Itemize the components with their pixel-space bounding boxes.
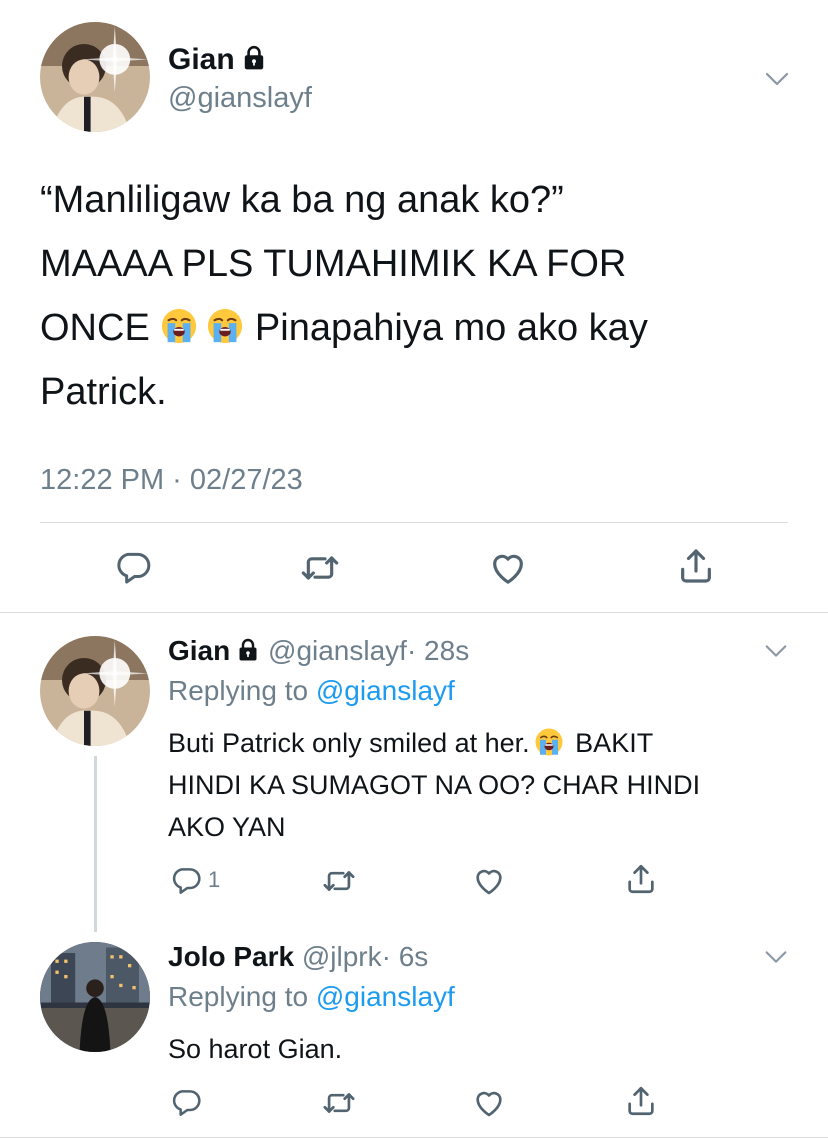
reply-button[interactable] — [114, 548, 152, 586]
main-tweet-text: “Manliligaw ka ba ng anak ko?” MAAAA PLS… — [40, 168, 800, 424]
share-button[interactable] — [624, 862, 658, 896]
divider — [40, 522, 788, 523]
main-author-handle[interactable]: @gianslayf — [168, 80, 312, 116]
chevron-down-icon[interactable] — [762, 64, 792, 94]
crying-emoji-icon — [160, 307, 198, 345]
thread-connector — [94, 756, 97, 932]
handle[interactable]: @jlprk — [302, 941, 382, 972]
reply-text: So harot Gian. — [168, 1028, 342, 1070]
tweet-line: MAAAA PLS TUMAHIMIK KA FOR — [40, 243, 627, 285]
main-author-name[interactable]: Gian — [168, 42, 267, 78]
avatar-photo-icon — [40, 942, 150, 1052]
replying-prefix: Replying to — [168, 981, 309, 1012]
reply-avatar[interactable] — [40, 636, 150, 746]
like-icon — [488, 548, 528, 588]
reply-header: Jolo Park @jlprk· 6s — [168, 940, 428, 974]
chevron-down-icon[interactable] — [762, 637, 790, 665]
like-button[interactable] — [472, 864, 506, 898]
divider — [0, 1137, 828, 1138]
reply-line-part: BAKIT — [575, 728, 654, 758]
like-icon — [472, 1086, 506, 1120]
reply-line: AKO YAN — [168, 812, 286, 842]
like-icon — [472, 864, 506, 898]
reply-button[interactable] — [170, 1086, 202, 1118]
reply-line: HINDI KA SUMAGOT NA OO? CHAR HINDI — [168, 770, 701, 800]
avatar-photo-icon — [40, 22, 150, 132]
reply-icon — [170, 864, 202, 896]
retweet-icon — [322, 1086, 356, 1120]
replying-to-link[interactable]: @gianslayf — [316, 981, 455, 1012]
reply-avatar[interactable] — [40, 942, 150, 1052]
reply-icon — [114, 548, 152, 586]
lock-icon — [236, 638, 260, 662]
tweet-line: Patrick. — [40, 371, 167, 413]
relative-time[interactable]: · 28s — [407, 635, 469, 666]
reply-line-part: Buti Patrick only smiled at her. — [168, 728, 530, 758]
divider — [0, 612, 828, 613]
display-name[interactable]: Jolo Park — [168, 941, 294, 972]
reply-count: 1 — [208, 867, 221, 892]
replying-to: Replying to @gianslayf — [168, 674, 455, 708]
handle[interactable]: @gianslayf — [268, 635, 407, 666]
tweet-line-part: ONCE — [40, 307, 150, 349]
chevron-down-icon[interactable] — [762, 943, 790, 971]
retweet-button[interactable] — [300, 548, 340, 588]
reply-button[interactable]: 1 — [170, 864, 220, 896]
crying-emoji-icon — [534, 727, 564, 757]
share-icon — [676, 546, 716, 586]
like-button[interactable] — [472, 1086, 506, 1120]
crying-emoji-icon — [206, 307, 244, 345]
like-button[interactable] — [488, 548, 528, 588]
retweet-button[interactable] — [322, 1086, 356, 1120]
avatar-photo-icon — [40, 636, 150, 746]
share-button[interactable] — [624, 1084, 658, 1118]
reply-icon — [170, 1086, 202, 1118]
tweet-line: “Manliligaw ka ba ng anak ko?” — [40, 179, 564, 221]
reply-line: Buti Patrick only smiled at her. BAKIT — [168, 722, 700, 764]
replying-to: Replying to @gianslayf — [168, 980, 455, 1014]
tweet-line: ONCE Pinapahiya mo ako kay — [40, 296, 800, 360]
main-avatar[interactable] — [40, 22, 150, 132]
display-name[interactable]: Gian — [168, 635, 230, 666]
reply-text: Buti Patrick only smiled at her. BAKIT H… — [168, 722, 700, 848]
retweet-icon — [322, 864, 356, 898]
display-name[interactable]: Gian — [168, 43, 235, 76]
tweet-line-part: Pinapahiya mo ako kay — [254, 307, 648, 349]
replying-to-link[interactable]: @gianslayf — [316, 675, 455, 706]
reply-header: Gian @gianslayf· 28s — [168, 634, 469, 668]
tweet-timestamp[interactable]: 12:22 PM · 02/27/23 — [40, 462, 303, 498]
share-button[interactable] — [676, 546, 716, 586]
lock-icon — [241, 45, 267, 71]
share-icon — [624, 862, 658, 896]
relative-time[interactable]: · 6s — [382, 941, 429, 972]
retweet-icon — [300, 548, 340, 588]
share-icon — [624, 1084, 658, 1118]
reply-line: So harot Gian. — [168, 1034, 343, 1064]
retweet-button[interactable] — [322, 864, 356, 898]
replying-prefix: Replying to — [168, 675, 309, 706]
